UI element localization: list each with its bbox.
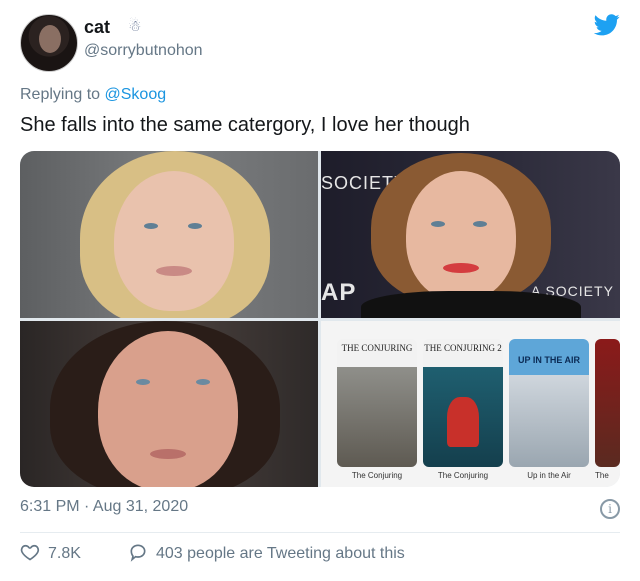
backdrop-text: AP: [321, 279, 357, 306]
replying-to: Replying to @Skoog: [20, 86, 166, 104]
poster-up-in-the-air[interactable]: UP IN THE AIR: [509, 339, 589, 467]
emoji-badge-icon: ☃: [128, 18, 142, 35]
poster-caption: Up in the Air: [527, 471, 571, 480]
poster-caption: The Conjuring: [437, 471, 489, 480]
photo-blonde-portrait[interactable]: [20, 151, 318, 318]
divider: [20, 532, 620, 533]
replying-to-label: Replying to: [20, 86, 101, 103]
media-grid: SOCIETY AP A SOCIETY THE CONJURING The C…: [20, 151, 620, 487]
poster-caption: The Conjuring: [351, 471, 403, 480]
poster-title: UP IN THE AIR: [517, 355, 580, 365]
tweeting-about-link[interactable]: 403 people are Tweeting about this: [156, 545, 405, 563]
tweet-text: She falls into the same catergory, I lov…: [20, 114, 470, 136]
photo-red-carpet[interactable]: SOCIETY AP A SOCIETY: [321, 151, 620, 318]
poster-caption: The: [595, 471, 609, 480]
tweet-timestamp[interactable]: 6:31 PM · Aug 31, 2020: [20, 498, 188, 516]
poster-title: THE CONJURING: [341, 343, 413, 353]
like-count[interactable]: 7.8K: [48, 545, 81, 563]
photo-movie-carousel[interactable]: THE CONJURING The Conjuring THE CONJURIN…: [321, 321, 620, 487]
movie-carousel: THE CONJURING The Conjuring THE CONJURIN…: [323, 339, 620, 487]
user-handle[interactable]: @sorrybutnohon: [84, 42, 203, 60]
poster-the-conjuring[interactable]: THE CONJURING: [337, 339, 417, 467]
poster-partial[interactable]: [595, 339, 620, 467]
poster-the-conjuring-2[interactable]: THE CONJURING 2: [423, 339, 503, 467]
speech-bubble-icon[interactable]: [128, 542, 148, 562]
mention-link[interactable]: @Skoog: [105, 86, 167, 103]
twitter-bird-icon[interactable]: [594, 14, 620, 36]
poster-title: THE CONJURING 2: [424, 343, 502, 353]
info-icon[interactable]: i: [600, 499, 620, 519]
display-name[interactable]: cat: [84, 17, 110, 38]
avatar[interactable]: [20, 14, 78, 72]
photo-dark-hair-closeup[interactable]: [20, 321, 318, 487]
heart-icon[interactable]: [20, 542, 40, 562]
